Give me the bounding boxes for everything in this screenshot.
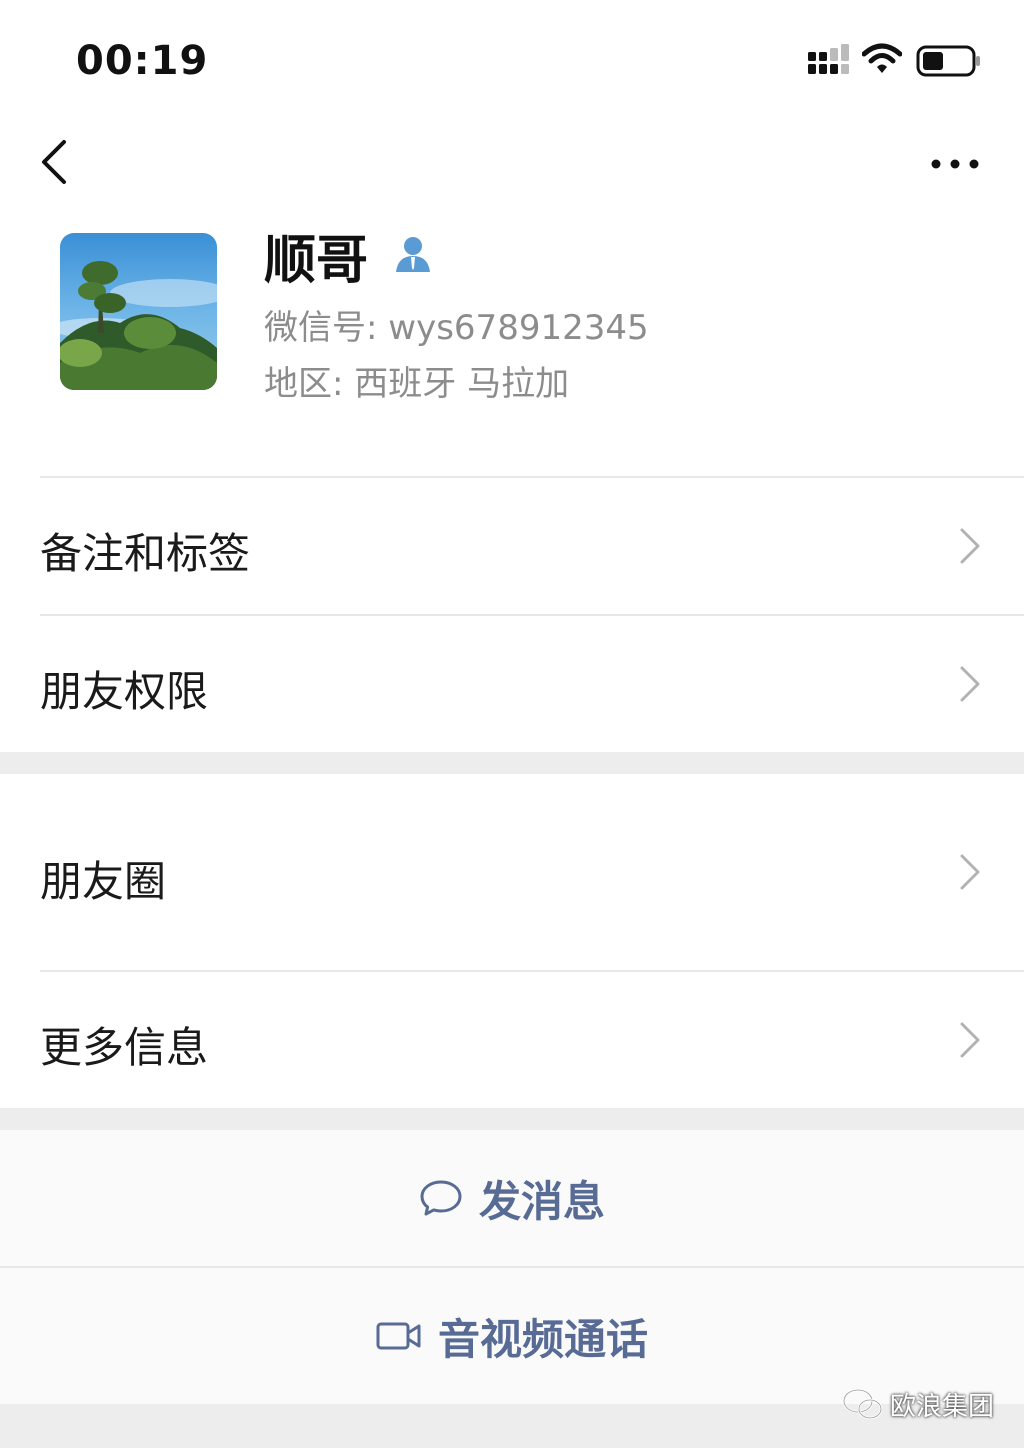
- chevron-right-icon: [960, 854, 980, 890]
- chevron-right-icon: [960, 1022, 980, 1058]
- wifi-icon: [862, 43, 902, 73]
- profile-header: 顺哥 微信号: wys678912345 地区: 西班牙 马拉加: [0, 210, 1024, 450]
- menu-item-label: 更多信息: [40, 1023, 209, 1072]
- wechat-id-value: wys678912345: [388, 308, 649, 348]
- watermark: 欧浪集团: [842, 1384, 994, 1424]
- send-message-label: 发消息: [478, 1176, 605, 1226]
- menu-item-more-info[interactable]: 更多信息: [0, 972, 1024, 1108]
- status-time: 00:19: [76, 38, 209, 84]
- more-dots-icon[interactable]: [922, 144, 986, 184]
- menu-item-moments[interactable]: 朋友圈: [0, 774, 1024, 970]
- wechat-id: 微信号: wys678912345: [264, 300, 649, 349]
- section-gap: [0, 1108, 1024, 1130]
- menu-item-friend-permissions[interactable]: 朋友权限: [0, 616, 1024, 752]
- chat-bubble-icon: [420, 1180, 462, 1216]
- watermark-text: 欧浪集团: [890, 1391, 995, 1422]
- region-value: 西班牙 马拉加: [354, 364, 570, 404]
- chevron-left-icon[interactable]: [30, 138, 80, 188]
- chevron-right-icon: [960, 666, 980, 702]
- menu-item-remark-tags[interactable]: 备注和标签: [0, 478, 1024, 614]
- nav-bar: [0, 120, 1024, 210]
- menu-item-label: 朋友圈: [40, 857, 167, 906]
- send-message-button[interactable]: 发消息: [0, 1130, 1024, 1266]
- video-call-label: 音视频通话: [437, 1314, 648, 1364]
- menu-item-label: 备注和标签: [40, 529, 251, 578]
- wechat-id-label: 微信号:: [264, 308, 378, 348]
- contact-name: 顺哥: [264, 231, 369, 291]
- wechat-logo-icon: [842, 1388, 883, 1420]
- battery-icon: [916, 45, 980, 77]
- avatar[interactable]: [60, 233, 217, 390]
- region: 地区: 西班牙 马拉加: [264, 356, 569, 405]
- section-gap: [0, 752, 1024, 774]
- chevron-right-icon: [960, 528, 980, 564]
- menu-item-label: 朋友权限: [40, 667, 209, 716]
- contact-person-icon: [396, 237, 430, 272]
- region-label: 地区:: [264, 364, 344, 404]
- status-bar: 00:19: [0, 0, 1024, 110]
- video-camera-icon: [376, 1322, 421, 1350]
- signal-icon: [808, 44, 849, 74]
- send-message-inner: 发消息: [0, 1130, 1024, 1266]
